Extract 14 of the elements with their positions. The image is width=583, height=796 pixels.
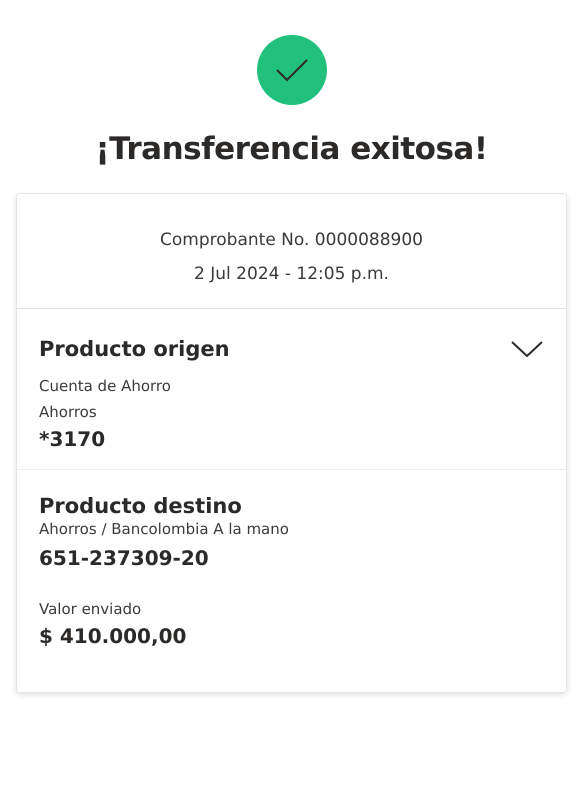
account-name: Ahorros / Bancolombia A la mano [39, 520, 290, 538]
section-heading: Producto destino [39, 494, 243, 518]
account-number: *3170 [39, 427, 106, 451]
page-title: ¡Transferencia exitosa! [96, 131, 488, 167]
account-name: Ahorros [39, 403, 98, 421]
amount-value: $ 410.000,00 [39, 624, 188, 648]
receipt-datetime: 2 Jul 2024 - 12:05 p.m. [194, 264, 389, 284]
section-heading: Producto origen [39, 337, 230, 361]
account-number: 651-237309-20 [39, 546, 210, 570]
check-icon [274, 57, 308, 83]
chevron-icon[interactable] [510, 339, 544, 359]
amount-label: Valor enviado [39, 600, 142, 618]
receipt-number: Comprobante No. 0000088900 [160, 230, 423, 250]
account-type: Cuenta de Ahorro [39, 377, 172, 395]
